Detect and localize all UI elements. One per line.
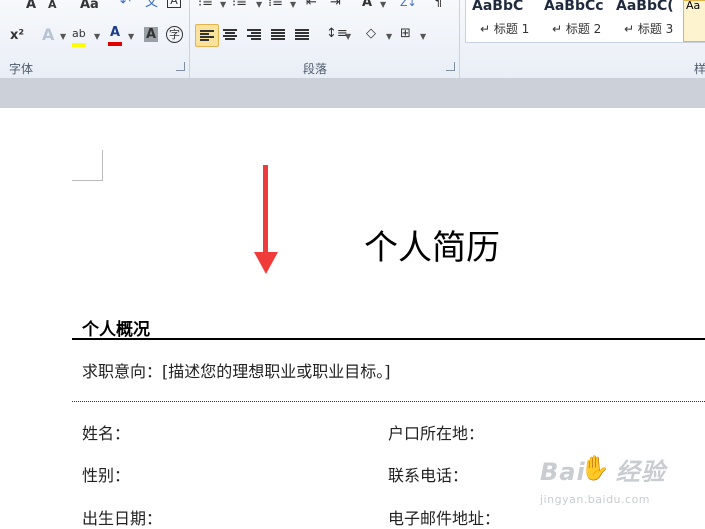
grow-font-button[interactable]: A xyxy=(26,0,36,14)
clear-format-icon[interactable]: ↶ xyxy=(120,0,131,12)
style-preview: AaBbC xyxy=(472,0,524,14)
baidu-watermark: Bai 经验 ✋ jingyan.baidu.com xyxy=(540,452,700,514)
chevron-down-icon[interactable]: ▼ xyxy=(60,32,66,41)
paragraph-group-label: 段落 xyxy=(303,62,328,76)
shading-icon[interactable]: ◇ xyxy=(366,25,376,43)
styles-gallery[interactable]: AaBbC ↵ 标题 1 AaBbCc ↵ 标题 2 AaBbC( ↵ 标题 3 xyxy=(465,0,705,43)
style-preview: Aa xyxy=(686,0,701,12)
section-heading[interactable]: 个人概况 xyxy=(82,315,150,340)
chinese-layout-icon[interactable]: A xyxy=(362,0,372,12)
highlight-icon[interactable]: ab xyxy=(72,25,86,47)
align-right-icon[interactable] xyxy=(247,29,261,41)
field-phone[interactable]: 联系电话： xyxy=(388,462,468,486)
red-arrow-head xyxy=(254,252,278,274)
ruler-band xyxy=(0,78,705,109)
chevron-down-icon[interactable]: ▼ xyxy=(220,0,226,9)
field-hukou[interactable]: 户口所在地： xyxy=(388,420,484,444)
numbering-icon[interactable]: ⁝≡ xyxy=(232,0,247,12)
field-name[interactable]: 姓名： xyxy=(82,420,130,444)
style-selected[interactable]: Aa xyxy=(683,0,705,42)
style-name: ↵ 标题 3 xyxy=(624,22,674,36)
justify-icon[interactable] xyxy=(271,29,285,41)
change-case-button[interactable]: Aa xyxy=(80,0,99,14)
multilevel-list-icon[interactable]: ⁞≡ xyxy=(268,0,283,12)
chevron-down-icon[interactable]: ▼ xyxy=(128,32,134,41)
decrease-indent-icon[interactable]: ⇤ xyxy=(306,0,317,12)
phonetic-guide-icon[interactable]: 文 xyxy=(145,0,158,12)
sort-icon[interactable]: Z↓ xyxy=(400,0,417,12)
group-divider xyxy=(459,0,460,78)
show-marks-icon[interactable]: ¶ xyxy=(434,0,442,12)
font-dialog-launcher-icon[interactable] xyxy=(176,62,185,71)
chevron-down-icon[interactable]: ▼ xyxy=(420,32,426,41)
red-arrow-annotation xyxy=(263,165,268,255)
text-effects-button[interactable]: A xyxy=(42,26,54,44)
enclose-char-button[interactable]: 字 xyxy=(166,26,183,43)
objective-line[interactable]: 求职意向：[描述您的理想职业或职业目标。] xyxy=(82,358,391,382)
font-color-button[interactable]: A xyxy=(108,24,122,46)
baidu-paw-icon: ✋ xyxy=(580,454,610,482)
char-border-icon[interactable]: A xyxy=(167,0,181,8)
chevron-down-icon[interactable]: ▼ xyxy=(386,32,392,41)
bullets-icon[interactable]: ⁝≡ xyxy=(198,0,213,12)
superscript-button[interactable]: x² xyxy=(10,27,24,45)
borders-icon[interactable]: ⊞ xyxy=(400,25,411,43)
style-preview: AaBbCc xyxy=(544,0,604,14)
font-group-label: 字体 xyxy=(9,62,34,76)
field-email[interactable]: 电子邮件地址： xyxy=(388,505,500,529)
watermark-brand2: 经验 xyxy=(615,458,666,486)
chevron-down-icon[interactable]: ▼ xyxy=(256,0,262,9)
ribbon: A A Aa ↶ 文 A x² A ▼ ab ▼ A ▼ A 字 字体 ⁝≡ ▼… xyxy=(0,0,705,79)
group-divider xyxy=(189,0,190,78)
section-rule xyxy=(72,338,705,340)
style-name: ↵ 标题 1 xyxy=(480,22,530,36)
chevron-down-icon[interactable]: ▼ xyxy=(380,0,386,9)
margin-corner-mark xyxy=(72,150,103,181)
style-name: ↵ 标题 2 xyxy=(552,22,602,36)
align-left-button[interactable] xyxy=(195,24,219,47)
dotted-divider xyxy=(72,401,705,402)
shrink-font-button[interactable]: A xyxy=(48,0,57,14)
watermark-url: jingyan.baidu.com xyxy=(540,493,651,506)
paragraph-dialog-launcher-icon[interactable] xyxy=(446,62,455,71)
styles-group-label: 样 xyxy=(694,62,705,76)
style-preview: AaBbC( xyxy=(616,0,674,14)
chevron-down-icon[interactable]: ▼ xyxy=(290,0,296,9)
distribute-icon[interactable] xyxy=(295,29,309,41)
field-birthdate[interactable]: 出生日期： xyxy=(82,505,162,529)
watermark-brand: Bai xyxy=(540,458,586,486)
doc-title[interactable]: 个人简历 xyxy=(364,220,500,269)
chevron-down-icon[interactable]: ▼ xyxy=(94,32,100,41)
char-shading-button[interactable]: A xyxy=(144,27,158,42)
align-center-icon[interactable] xyxy=(223,29,237,41)
increase-indent-icon[interactable]: ⇥ xyxy=(330,0,341,12)
field-gender[interactable]: 性别： xyxy=(82,462,130,486)
chevron-down-icon[interactable]: ▼ xyxy=(345,32,351,41)
